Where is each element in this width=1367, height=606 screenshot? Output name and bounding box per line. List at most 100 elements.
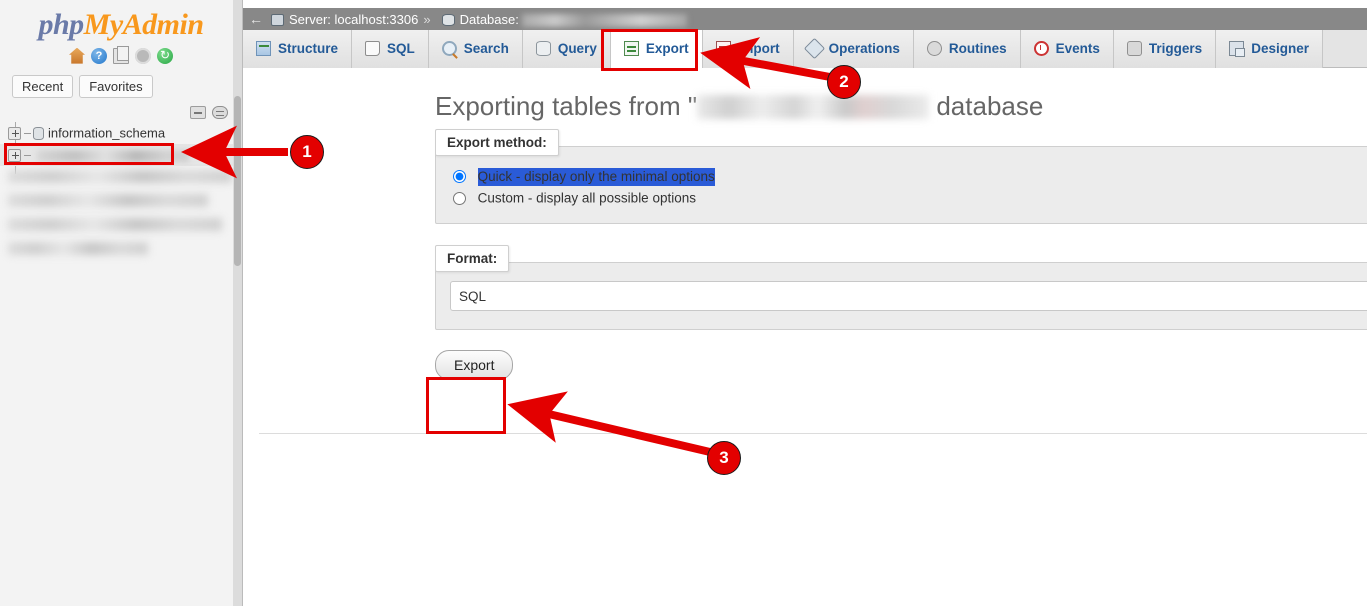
- settings-gear-icon[interactable]: [135, 47, 151, 64]
- navigation-sidebar: phpMyAdmin ? ↻ Recent Favorites informatio…: [0, 0, 243, 606]
- content-area: Exporting tables from " database Export …: [243, 69, 1367, 606]
- tree-connector: [24, 155, 31, 157]
- export-method-quick-row[interactable]: Quick - display only the minimal options: [450, 165, 1367, 187]
- tree-connector: [24, 133, 31, 135]
- operations-icon: [803, 37, 825, 60]
- breadcrumb: ← Server: localhost:3306 » Database:: [243, 8, 1367, 30]
- tab-designer[interactable]: Designer: [1216, 30, 1323, 68]
- sidebar-quick-links: Recent Favorites: [12, 75, 242, 98]
- reload-icon[interactable]: ↻: [157, 47, 173, 64]
- redacted-database-name: [697, 95, 930, 119]
- export-method-legend: Export method:: [435, 129, 559, 157]
- events-icon: [1033, 41, 1049, 56]
- tab-label: Routines: [948, 41, 1007, 56]
- tab-label: Operations: [828, 41, 900, 56]
- triggers-icon: [1126, 41, 1142, 56]
- tab-label: SQL: [387, 41, 415, 56]
- redacted-table-list: [0, 168, 242, 264]
- content-divider: [259, 433, 1367, 434]
- export-method-quick-radio[interactable]: [453, 170, 466, 184]
- tab-label: Query: [557, 41, 597, 56]
- redacted-database-name: [521, 14, 687, 28]
- redacted-row: [8, 242, 148, 255]
- expand-icon[interactable]: [8, 149, 21, 163]
- structure-icon: [256, 41, 271, 56]
- export-method-quick-label[interactable]: Quick - display only the minimal options: [477, 167, 715, 186]
- tab-sql[interactable]: SQL: [352, 30, 429, 68]
- documentation-icon[interactable]: [113, 45, 129, 64]
- phpmyadmin-logo[interactable]: phpMyAdmin: [0, 0, 242, 41]
- main-panel: ← Server: localhost:3306 » Database: Struct…: [243, 0, 1367, 606]
- format-legend: Format:: [435, 245, 510, 273]
- tab-label: Import: [737, 41, 780, 56]
- favorites-button[interactable]: Favorites: [79, 75, 153, 98]
- tab-operations[interactable]: Operations: [793, 30, 914, 68]
- tab-structure[interactable]: Structure: [243, 30, 353, 68]
- tab-label: Triggers: [1148, 41, 1203, 56]
- import-icon: [715, 41, 731, 56]
- routines-icon: [926, 41, 942, 56]
- logo-my-text: My: [83, 8, 124, 41]
- export-button[interactable]: Export: [435, 350, 514, 381]
- collapse-all-icon[interactable]: [190, 106, 206, 120]
- toggle-links-icon[interactable]: [212, 106, 228, 120]
- annotation-badge-3: 3: [707, 441, 741, 475]
- redacted-row: [8, 218, 222, 231]
- tab-label: Events: [1055, 41, 1100, 56]
- tab-search[interactable]: Search: [428, 30, 523, 68]
- tab-label: Structure: [278, 41, 339, 56]
- tab-routines[interactable]: Routines: [913, 30, 1021, 68]
- export-method-custom-row[interactable]: Custom - display all possible options: [450, 187, 1367, 209]
- tab-label: Designer: [1251, 41, 1309, 56]
- sql-icon: [365, 41, 381, 56]
- phpmyadmin-window: phpMyAdmin ? ↻ Recent Favorites informatio…: [0, 0, 1367, 606]
- tab-triggers[interactable]: Triggers: [1113, 30, 1217, 68]
- annotation-badge-1: 1: [290, 135, 324, 169]
- page-title: Exporting tables from " database: [435, 91, 1367, 122]
- tab-export[interactable]: Export: [610, 30, 703, 68]
- tree-item-selected-database[interactable]: [0, 144, 242, 166]
- redacted-row: [8, 194, 208, 207]
- help-icon[interactable]: ?: [91, 47, 107, 64]
- tab-query[interactable]: Query: [522, 30, 611, 68]
- format-fieldset: Format: SQL: [435, 245, 1367, 331]
- tree-item-information-schema[interactable]: information_schema: [0, 122, 242, 144]
- tree-toolbar: [0, 98, 242, 120]
- back-arrow-icon[interactable]: ←: [247, 8, 265, 30]
- tree-item-label: information_schema: [48, 125, 166, 141]
- recent-button[interactable]: Recent: [12, 75, 74, 98]
- breadcrumb-separator: »: [423, 12, 431, 27]
- sidebar-scrollbar[interactable]: [233, 0, 242, 606]
- tab-bar: Structure SQL Search Query Export Import Opera…: [243, 30, 1367, 68]
- logo-php-text: php: [38, 8, 84, 41]
- expand-icon[interactable]: [8, 127, 21, 141]
- server-label[interactable]: Server: localhost:3306: [289, 12, 418, 27]
- tab-import[interactable]: Import: [702, 30, 794, 68]
- database-label[interactable]: Database:: [460, 12, 519, 27]
- tab-events[interactable]: Events: [1020, 30, 1114, 68]
- page-title-suffix: database: [929, 91, 1044, 121]
- export-method-custom-label[interactable]: Custom - display all possible options: [478, 191, 696, 206]
- annotation-badge-2: 2: [827, 65, 861, 99]
- home-icon[interactable]: [69, 47, 85, 64]
- redacted-database-name: [37, 149, 189, 162]
- page-title-prefix: Exporting tables from ": [435, 91, 698, 121]
- database-icon: [33, 127, 44, 141]
- export-icon: [623, 41, 639, 56]
- logo-admin-text: Admin: [122, 8, 204, 41]
- export-button-row: Export: [435, 350, 1367, 381]
- format-select[interactable]: SQL: [450, 281, 1367, 312]
- database-icon: [441, 13, 455, 26]
- export-method-fieldset: Export method: Quick - display only the …: [435, 129, 1367, 225]
- tab-label: Search: [463, 41, 509, 56]
- designer-icon: [1229, 41, 1246, 57]
- redacted-row: [8, 170, 232, 183]
- tab-label: Export: [645, 41, 689, 56]
- export-method-custom-radio[interactable]: [453, 192, 466, 206]
- database-tree: information_schema: [0, 122, 242, 264]
- search-icon: [441, 41, 457, 56]
- query-icon: [535, 41, 551, 56]
- server-icon: [271, 13, 284, 26]
- sidebar-icon-bar: ? ↻: [0, 45, 242, 65]
- sidebar-scrollbar-thumb[interactable]: [234, 96, 241, 266]
